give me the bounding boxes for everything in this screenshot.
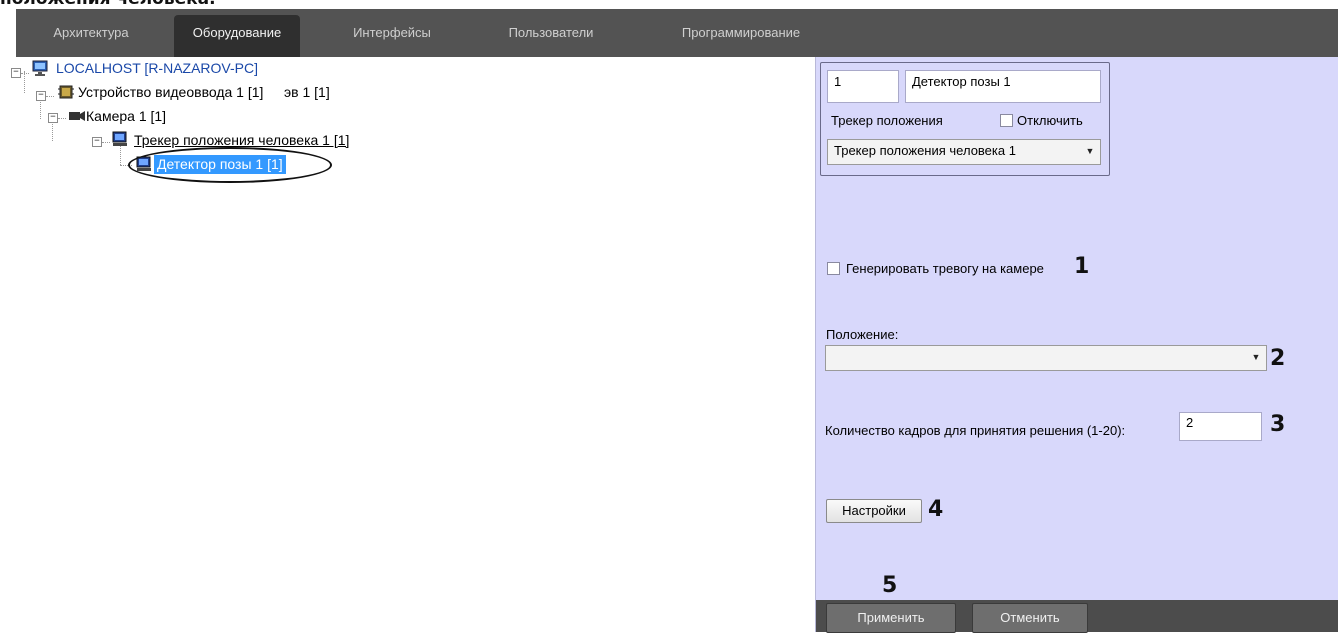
collapse-toggle[interactable]: − <box>48 113 58 123</box>
alarm-checkbox[interactable] <box>827 262 840 275</box>
frames-label: Количество кадров для принятия решения (… <box>825 423 1126 438</box>
collapse-toggle[interactable]: − <box>92 137 102 147</box>
tree-connector <box>102 142 110 143</box>
tree-connector <box>24 71 25 93</box>
callout-marker-1: 1 <box>1074 254 1090 279</box>
disable-label: Отключить <box>1017 113 1083 128</box>
tab-interfaces[interactable]: Интерфейсы <box>332 9 452 57</box>
computer-icon <box>32 60 48 76</box>
collapse-toggle[interactable]: − <box>11 68 21 78</box>
parent-tracker-select[interactable]: Трекер положения человека 1 ▼ <box>827 139 1101 165</box>
position-label: Положение: <box>826 327 899 342</box>
tab-hardware[interactable]: Оборудование <box>174 15 300 57</box>
object-name-field[interactable]: Детектор позы 1 <box>905 70 1101 103</box>
tab-architecture[interactable]: Архитектура <box>16 9 166 57</box>
object-header-box: 1 Детектор позы 1 Трекер положения Отклю… <box>820 62 1110 176</box>
callout-marker-4: 4 <box>928 497 944 522</box>
disable-checkbox[interactable] <box>1000 114 1013 127</box>
apply-button[interactable]: Применить <box>826 603 956 633</box>
tree-connector <box>21 73 29 74</box>
object-id-field[interactable]: 1 <box>827 70 899 103</box>
cancel-button[interactable]: Отменить <box>972 603 1088 633</box>
document-heading-fragment: положения человека. <box>0 0 216 9</box>
alarm-label: Генерировать тревогу на камере <box>846 261 1044 276</box>
tree-connector <box>46 96 54 97</box>
chevron-down-icon: ▼ <box>1085 146 1095 156</box>
object-tree: − LOCALHOST [R-NAZAROV-PC] − Устройство … <box>11 57 815 632</box>
camera-icon <box>69 111 85 121</box>
tracker-icon <box>112 131 127 146</box>
parent-tracker-value: Трекер положения человека 1 <box>834 143 1016 158</box>
settings-button[interactable]: Настройки <box>826 499 922 523</box>
main-tab-bar: Архитектура Оборудование Интерфейсы Поль… <box>16 9 1338 57</box>
collapse-toggle[interactable]: − <box>36 91 46 101</box>
video-device-icon <box>58 85 74 99</box>
chevron-down-icon: ▼ <box>1251 352 1261 362</box>
frames-input[interactable]: 2 <box>1179 412 1262 441</box>
tree-item-camera[interactable]: Камера 1 [1] <box>86 106 166 126</box>
callout-marker-2: 2 <box>1270 346 1286 371</box>
callout-marker-5: 5 <box>882 573 898 598</box>
tree-item-video-device[interactable]: Устройство видеоввода 1 [1] <box>78 82 263 102</box>
properties-panel: 1 Детектор позы 1 Трекер положения Отклю… <box>815 57 1338 633</box>
position-select[interactable]: ▼ <box>825 345 1267 371</box>
tab-users[interactable]: Пользователи <box>476 9 626 57</box>
highlight-ellipse <box>128 147 332 183</box>
action-bar: Применить Отменить <box>816 600 1338 633</box>
tree-connector <box>58 118 66 119</box>
tab-programming[interactable]: Программирование <box>646 9 836 57</box>
callout-marker-3: 3 <box>1270 412 1286 437</box>
tree-item-localhost[interactable]: LOCALHOST [R-NAZAROV-PC] <box>56 58 258 78</box>
tree-item-overlap-text: эв 1 [1] <box>284 84 330 100</box>
parent-label: Трекер положения <box>831 113 943 128</box>
